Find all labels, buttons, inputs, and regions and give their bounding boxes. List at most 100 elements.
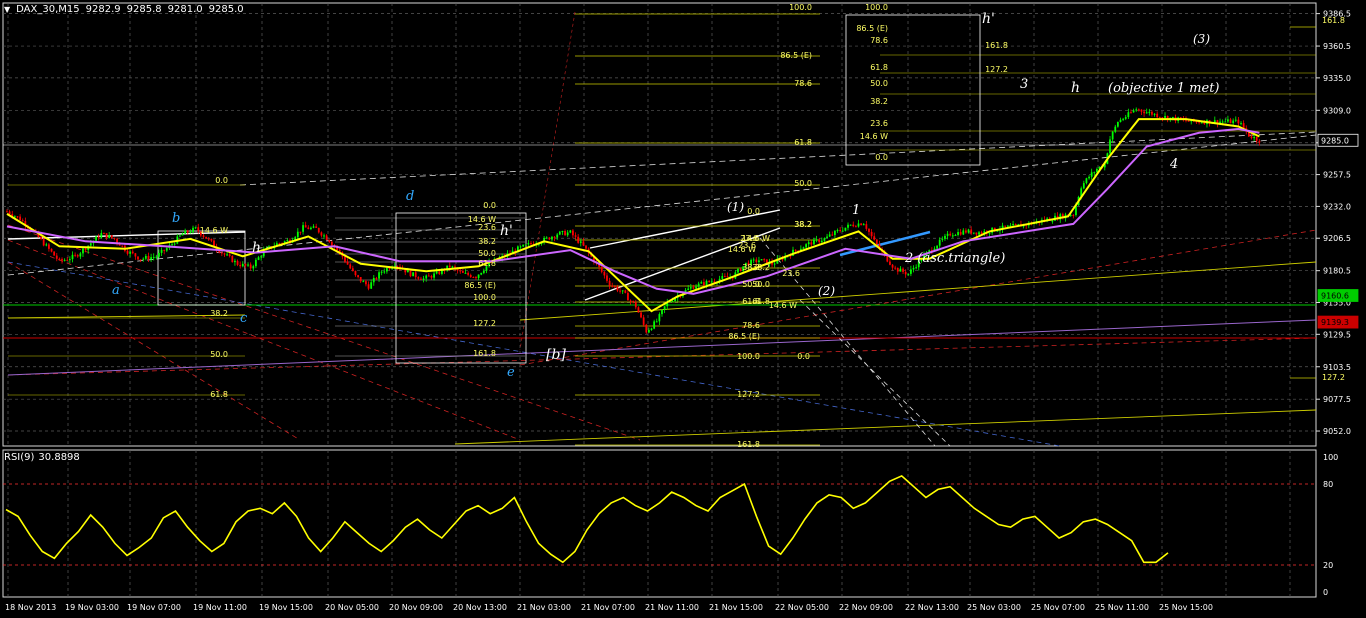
fib-label: 50.0 xyxy=(794,179,812,188)
candle-body xyxy=(558,231,561,235)
fib-label: 86.5 (E) xyxy=(728,332,760,341)
candle-body xyxy=(836,230,839,232)
candle-body xyxy=(247,264,249,266)
candle-body xyxy=(695,286,697,289)
x-tick-label: 20 Nov 13:00 xyxy=(453,603,507,612)
candle-body xyxy=(228,254,231,256)
wave-label-1: 1 xyxy=(852,203,860,218)
candle-body xyxy=(860,223,863,226)
candle-body xyxy=(634,302,637,308)
candle-body xyxy=(1143,111,1145,114)
candle-body xyxy=(972,232,975,234)
candle-body xyxy=(705,280,708,286)
candle-body xyxy=(1122,118,1125,120)
fib-label: 14.6 W xyxy=(769,301,797,310)
candle-body xyxy=(414,272,417,278)
candle-body xyxy=(1187,120,1190,122)
candle-body xyxy=(422,278,425,280)
symbol-label: DAX_30,M15 xyxy=(16,4,80,15)
wave-label-3: 3 xyxy=(1020,77,1028,92)
fib-label: 161.8 xyxy=(985,41,1008,50)
candle-body xyxy=(155,256,158,258)
y-tick-label: 9052.0 xyxy=(1323,427,1351,436)
candle-body xyxy=(1090,172,1093,177)
candle-body xyxy=(944,235,946,239)
x-tick-label: 25 Nov 07:00 xyxy=(1031,603,1085,612)
candle-body xyxy=(723,276,726,278)
candle-body xyxy=(530,243,532,245)
candle-body xyxy=(585,245,587,249)
candle-body xyxy=(40,237,42,239)
candle-body xyxy=(1232,120,1235,124)
candle-body xyxy=(823,238,826,241)
candle-body xyxy=(946,233,949,236)
fib-label: 23.6 xyxy=(870,119,888,128)
x-tick-label: 22 Nov 09:00 xyxy=(839,603,893,612)
fib-label: 78.6 xyxy=(794,79,812,88)
wave-label-h: h xyxy=(1071,80,1080,96)
candle-body xyxy=(1158,117,1161,119)
collapse-triangle-icon[interactable]: ▼ xyxy=(4,5,10,14)
fib-label: 14.6 W xyxy=(200,226,228,235)
candle-body xyxy=(710,281,713,283)
candle-body xyxy=(988,232,991,234)
candle-body xyxy=(938,239,941,246)
wave-label-e: e xyxy=(507,365,515,380)
candle-body xyxy=(126,250,129,254)
candle-body xyxy=(627,292,629,301)
candle-body xyxy=(566,232,569,236)
candle-body xyxy=(55,255,58,259)
candle-body xyxy=(1255,136,1258,141)
candle-body xyxy=(430,275,433,278)
x-tick-label: 19 Nov 11:00 xyxy=(193,603,247,612)
candle-body xyxy=(320,232,323,236)
wave-label-h: h' xyxy=(982,11,995,27)
candle-body xyxy=(951,235,954,237)
fib-label: 78.6 xyxy=(742,321,760,330)
candle-body xyxy=(383,271,386,273)
candle-body xyxy=(839,230,842,232)
candle-body xyxy=(648,329,650,333)
fib-label: 0.0 xyxy=(483,201,496,210)
candle-body xyxy=(137,256,139,260)
y-tick-label: 9386.5 xyxy=(1323,10,1351,19)
candle-body xyxy=(317,227,320,233)
x-tick-label: 25 Nov 11:00 xyxy=(1095,603,1149,612)
fib-label: 14.6 W xyxy=(728,245,756,254)
fib-label: 14.6 W xyxy=(860,132,888,141)
candle-body xyxy=(902,268,904,272)
candle-body xyxy=(1156,113,1159,118)
candle-body xyxy=(794,249,797,251)
candle-body xyxy=(1085,178,1088,184)
wave-label-1: (1) xyxy=(727,200,744,214)
candle-body xyxy=(632,300,635,303)
candle-body xyxy=(1227,119,1229,122)
candle-body xyxy=(375,277,378,279)
candle-body xyxy=(910,269,912,274)
candle-body xyxy=(79,253,82,257)
x-tick-label: 19 Nov 03:00 xyxy=(65,603,119,612)
candle-body xyxy=(813,239,815,245)
candle-body xyxy=(826,236,828,239)
candle-body xyxy=(45,244,48,246)
candle-body xyxy=(144,255,147,259)
candle-body xyxy=(207,238,210,240)
candle-body xyxy=(1088,176,1090,179)
fib-label: 50.0 xyxy=(478,249,496,258)
wave-label-c: c xyxy=(240,311,248,326)
x-tick-label: 22 Nov 05:00 xyxy=(775,603,829,612)
candle-body xyxy=(957,232,959,235)
candle-body xyxy=(755,259,758,263)
candle-body xyxy=(378,272,380,279)
candle-body xyxy=(941,238,944,240)
price-chart[interactable]: 100.086.5 (E)78.661.850.038.223.614.6 W0… xyxy=(0,0,1366,618)
candle-body xyxy=(834,230,836,235)
candle-body xyxy=(661,309,663,315)
fib-label: 100.0 xyxy=(737,352,760,361)
candle-body xyxy=(181,233,184,236)
x-tick-label: 19 Nov 07:00 xyxy=(127,603,181,612)
candle-body xyxy=(370,282,373,289)
x-tick-label: 25 Nov 03:00 xyxy=(967,603,1021,612)
fib-label: 127.2 xyxy=(1322,373,1345,382)
candle-body xyxy=(108,235,111,238)
